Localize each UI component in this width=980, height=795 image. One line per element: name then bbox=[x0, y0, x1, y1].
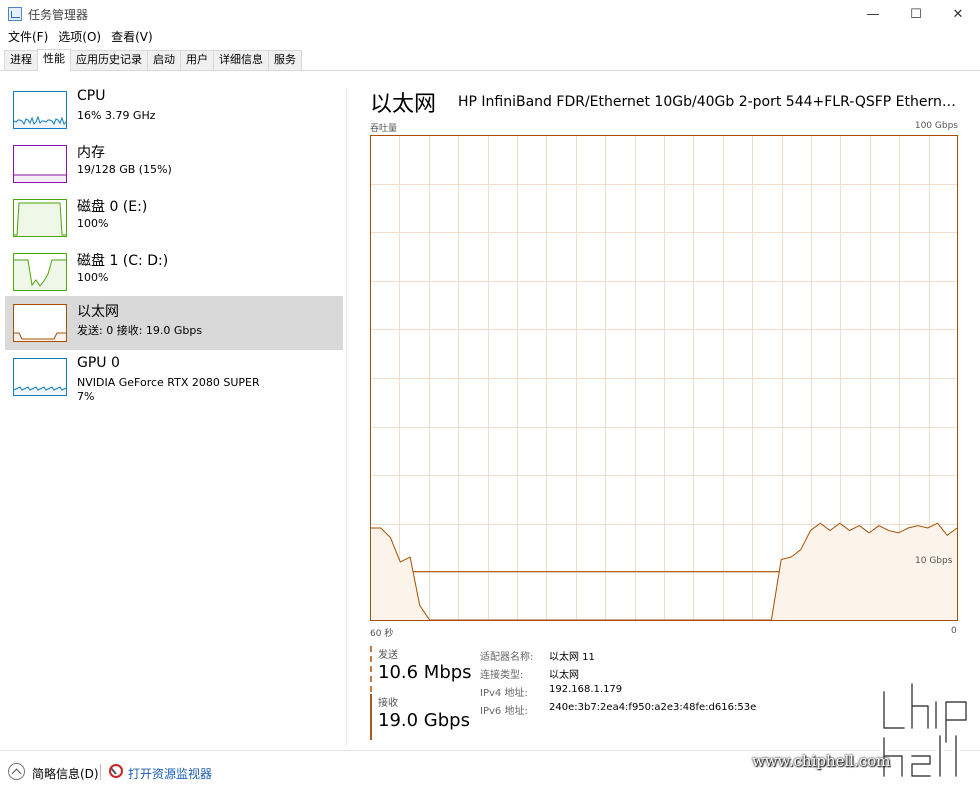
ipv4-label: IPv4 地址: bbox=[480, 688, 528, 699]
send-label: 发送 bbox=[378, 650, 398, 661]
x-axis-zero-label: 0 bbox=[951, 626, 957, 636]
resource-monitor-icon bbox=[109, 764, 123, 778]
menu-view[interactable]: 查看(V) bbox=[106, 28, 158, 46]
adapter-name-label: 适配器名称: bbox=[480, 652, 534, 663]
sidebar-item-memory[interactable]: 内存 19/128 GB (15%) bbox=[5, 137, 343, 191]
menu-file[interactable]: 文件(F) bbox=[0, 28, 53, 46]
sidebar-item-cpu[interactable]: CPU 16% 3.79 GHz bbox=[5, 83, 343, 137]
adapter-device-name: HP InfiniBand FDR/Ethernet 10Gb/40Gb 2-p… bbox=[458, 94, 963, 110]
sidebar-item-detail: 100% bbox=[77, 217, 109, 230]
ipv6-value: 240e:3b7:2ea4:f950:a2e3:48fe:d616:53e bbox=[549, 702, 757, 713]
sidebar-item-detail: 19/128 GB (15%) bbox=[77, 163, 172, 176]
gpu-thumbnail-graph bbox=[13, 358, 67, 396]
menu-bar: 文件(F) 选项(O) 查看(V) bbox=[0, 28, 158, 46]
sidebar-item-title: 以太网 bbox=[77, 304, 119, 320]
menu-options[interactable]: 选项(O) bbox=[53, 28, 106, 46]
x-axis-time-label: 60 秒 bbox=[370, 629, 394, 639]
sidebar-item-title: 磁盘 0 (E:) bbox=[77, 199, 148, 215]
receive-stat: 接收 19.0 Gbps bbox=[370, 694, 470, 740]
tab-processes[interactable]: 进程 bbox=[4, 50, 38, 70]
sidebar-item-detail: 16% 3.79 GHz bbox=[77, 109, 156, 122]
send-value: 10.6 Mbps bbox=[378, 662, 472, 683]
ethernet-thumbnail-graph bbox=[13, 304, 67, 342]
footer-separator bbox=[100, 764, 101, 780]
y-max-label: 100 Gbps bbox=[914, 121, 958, 131]
thumbnail-area bbox=[14, 175, 66, 182]
sidebar-item-title: CPU bbox=[77, 88, 106, 104]
cpu-thumbnail-graph bbox=[13, 91, 67, 129]
connection-type-value: 以太网 bbox=[549, 670, 579, 681]
sidebar-item-disk-0[interactable]: 磁盘 0 (E:) 100% bbox=[5, 191, 343, 245]
watermark-site: www.chiphell.com bbox=[752, 752, 891, 770]
chiphell-watermark-logo bbox=[880, 680, 970, 780]
chevron-up-icon[interactable] bbox=[8, 763, 25, 780]
tab-app-history[interactable]: 应用历史记录 bbox=[70, 50, 148, 70]
open-resource-monitor-link[interactable]: 打开资源监视器 bbox=[128, 765, 212, 782]
adapter-name-value: 以太网 11 bbox=[549, 652, 595, 663]
receive-value: 19.0 Gbps bbox=[378, 710, 470, 731]
brief-info-button[interactable]: 简略信息(D) bbox=[32, 765, 99, 782]
ipv6-label: IPv6 地址: bbox=[480, 706, 528, 717]
sidebar-item-gpu-0[interactable]: GPU 0 NVIDIA GeForce RTX 2080 SUPER 7% bbox=[5, 350, 343, 404]
ipv4-value: 192.168.1.179 bbox=[549, 684, 623, 695]
disk1-thumbnail-graph bbox=[13, 253, 67, 291]
maximize-button[interactable]: ☐ bbox=[893, 0, 939, 28]
connection-type-label: 连接类型: bbox=[480, 670, 524, 681]
sidebar-item-title: 内存 bbox=[77, 145, 105, 161]
page-title: 以太网 bbox=[370, 92, 437, 117]
close-button[interactable]: ✕ bbox=[935, 0, 980, 28]
tab-details[interactable]: 详细信息 bbox=[213, 50, 269, 70]
tab-users[interactable]: 用户 bbox=[180, 50, 214, 70]
performance-sidebar: CPU 16% 3.79 GHz 内存 19/128 GB (15%) 磁盘 0… bbox=[0, 71, 346, 747]
panel-divider bbox=[346, 88, 347, 746]
sidebar-item-disk-1[interactable]: 磁盘 1 (C: D:) 100% bbox=[5, 245, 343, 299]
reference-line-label: 10 Gbps bbox=[915, 556, 953, 566]
thumbnail-area bbox=[14, 333, 66, 341]
footer-divider bbox=[0, 750, 980, 751]
tab-services[interactable]: 服务 bbox=[268, 50, 302, 70]
sidebar-item-detail: 发送: 0 接收: 19.0 Gbps bbox=[77, 324, 203, 337]
sidebar-item-detail: 100% bbox=[77, 271, 109, 284]
tab-startup[interactable]: 启动 bbox=[147, 50, 181, 70]
sidebar-item-ethernet[interactable]: 以太网 发送: 0 接收: 19.0 Gbps bbox=[5, 296, 343, 350]
task-manager-icon bbox=[8, 7, 22, 21]
tab-bar: 进程 性能 应用历史记录 启动 用户 详细信息 服务 bbox=[4, 49, 302, 71]
sidebar-item-title: GPU 0 bbox=[77, 355, 120, 371]
throughput-label: 吞吐量 bbox=[370, 124, 398, 134]
tab-performance[interactable]: 性能 bbox=[37, 49, 71, 71]
sidebar-item-detail: NVIDIA GeForce RTX 2080 SUPER bbox=[77, 376, 260, 389]
title-bar: 任务管理器 — ☐ ✕ bbox=[0, 0, 980, 28]
throughput-chart bbox=[370, 135, 958, 621]
memory-thumbnail-graph bbox=[13, 145, 67, 183]
receive-label: 接收 bbox=[378, 698, 398, 709]
disk0-thumbnail-graph bbox=[13, 199, 67, 237]
send-stat: 发送 10.6 Mbps bbox=[370, 646, 472, 692]
sidebar-item-detail-2: 7% bbox=[77, 390, 95, 403]
minimize-button[interactable]: — bbox=[850, 0, 896, 28]
thumbnail-area bbox=[14, 203, 66, 236]
window-title: 任务管理器 bbox=[28, 8, 89, 22]
sidebar-item-title: 磁盘 1 (C: D:) bbox=[77, 253, 169, 269]
